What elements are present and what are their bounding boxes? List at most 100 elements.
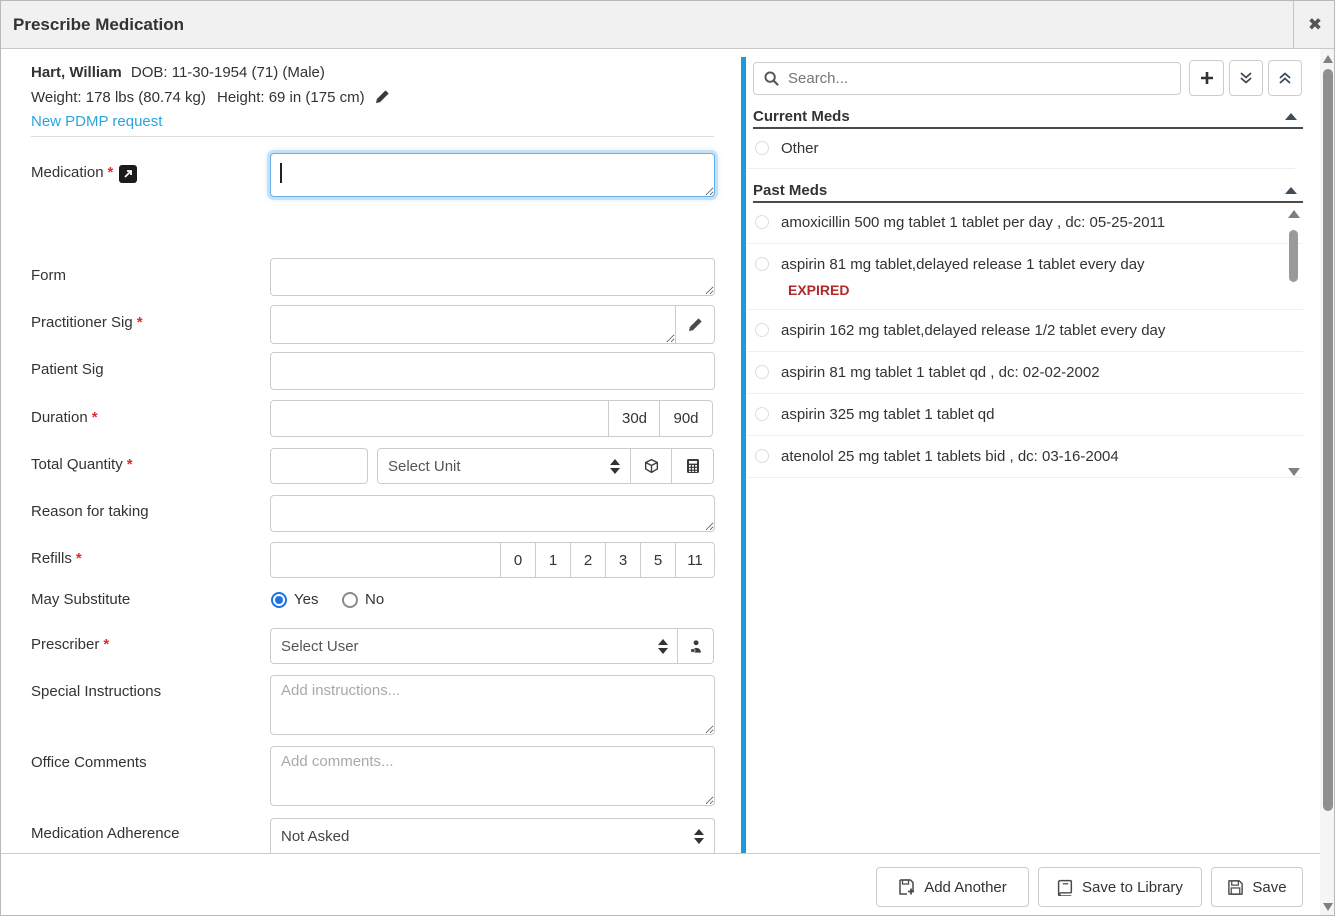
past-meds-list: amoxicillin 500 mg tablet 1 tablet per d…: [747, 202, 1303, 484]
close-icon[interactable]: ✖: [1294, 1, 1335, 49]
expired-badge: EXPIRED: [788, 282, 1277, 298]
scrollbar-thumb[interactable]: [1289, 230, 1298, 282]
patient-weight: Weight: 178 lbs (80.74 kg): [31, 89, 206, 106]
scrollbar-thumb[interactable]: [1323, 69, 1333, 811]
duration-90d-button[interactable]: 90d: [659, 400, 713, 437]
past-med-item[interactable]: aspirin 81 mg tablet 1 tablet qd , dc: 0…: [747, 352, 1303, 394]
sort-arrows-icon: [658, 639, 668, 654]
med-item-label: atenolol 25 mg tablet 1 tablets bid , dc…: [781, 447, 1119, 466]
med-item-label: Other: [781, 140, 819, 157]
external-link-icon[interactable]: [119, 165, 137, 183]
medication-adherence-select[interactable]: Not Asked: [270, 818, 715, 853]
add-another-button[interactable]: Add Another: [876, 867, 1029, 907]
unit-select-value: Select Unit: [388, 458, 461, 475]
substitute-yes-label[interactable]: Yes: [294, 591, 318, 608]
calculator-icon: [685, 458, 701, 474]
dose-calculator-button[interactable]: [671, 448, 714, 484]
edit-vitals-pencil-icon[interactable]: [375, 89, 390, 104]
patient-sig-input[interactable]: [270, 352, 715, 390]
current-meds-title: Current Meds: [753, 108, 850, 125]
current-med-item-other[interactable]: Other: [747, 128, 1295, 169]
past-med-item[interactable]: amoxicillin 500 mg tablet 1 tablet per d…: [747, 202, 1303, 244]
office-comments-input[interactable]: [270, 746, 715, 806]
total-quantity-label: Total Quantity*: [31, 456, 133, 473]
meds-list-scrollbar[interactable]: [1286, 208, 1301, 480]
plus-icon: [1199, 70, 1215, 86]
double-chevron-up-icon: [1277, 70, 1293, 86]
past-meds-header: Past Meds: [753, 179, 1303, 201]
new-pdmp-request-link[interactable]: New PDMP request: [31, 113, 162, 130]
medication-adherence-value: Not Asked: [281, 828, 349, 845]
prescribe-medication-dialog: Prescribe Medication ✖ Hart, William DOB…: [0, 0, 1335, 916]
pencil-icon: [688, 317, 703, 332]
medication-adherence-label: Medication Adherence: [31, 825, 179, 842]
scroll-down-icon[interactable]: [1323, 903, 1333, 911]
past-med-item[interactable]: aspirin 81 mg tablet,delayed release 1 t…: [747, 244, 1303, 310]
duration-input[interactable]: [270, 400, 609, 437]
form-input[interactable]: [270, 258, 715, 296]
med-radio[interactable]: [755, 257, 769, 271]
med-item-label: aspirin 81 mg tablet 1 tablet qd , dc: 0…: [781, 363, 1100, 382]
cube-icon: [643, 458, 660, 475]
scroll-up-icon[interactable]: [1323, 55, 1333, 63]
meds-search-input[interactable]: [753, 62, 1181, 95]
refills-label: Refills*: [31, 550, 82, 567]
duration-30d-button[interactable]: 30d: [608, 400, 661, 437]
refills-3-button[interactable]: 3: [605, 542, 641, 578]
past-med-item[interactable]: aspirin 325 mg tablet 1 tablet qd: [747, 394, 1303, 436]
duration-label: Duration*: [31, 409, 98, 426]
save-icon: [1227, 879, 1244, 896]
refills-input[interactable]: [270, 542, 501, 578]
prescriber-select[interactable]: Select User: [270, 628, 679, 664]
add-medication-button[interactable]: [1189, 60, 1224, 96]
med-radio[interactable]: [755, 365, 769, 379]
collapse-section-icon[interactable]: [1285, 187, 1297, 194]
dialog-header: Prescribe Medication ✖: [1, 1, 1335, 49]
save-plus-icon: [898, 878, 916, 896]
med-radio[interactable]: [755, 141, 769, 155]
collapse-all-button[interactable]: [1268, 60, 1302, 96]
med-item-label: amoxicillin 500 mg tablet 1 tablet per d…: [781, 213, 1165, 232]
refills-2-button[interactable]: 2: [570, 542, 606, 578]
reason-input[interactable]: [270, 495, 715, 532]
patient-sig-label: Patient Sig: [31, 361, 104, 378]
total-quantity-input[interactable]: [270, 448, 368, 484]
save-button[interactable]: Save: [1211, 867, 1303, 907]
expand-all-button[interactable]: [1229, 60, 1263, 96]
form-label: Form: [31, 267, 66, 284]
save-to-library-button[interactable]: Save to Library: [1038, 867, 1202, 907]
practitioner-sig-input[interactable]: [270, 305, 676, 344]
scroll-down-icon[interactable]: [1288, 468, 1300, 476]
special-instructions-input[interactable]: [270, 675, 715, 735]
substitute-no-radio[interactable]: [342, 592, 358, 608]
panel-accent-bar: [741, 57, 746, 853]
patient-demographics: DOB: 11-30-1954 (71) (Male): [131, 64, 325, 81]
unit-cube-button[interactable]: [630, 448, 673, 484]
med-item-label: aspirin 162 mg tablet,delayed release 1/…: [781, 321, 1165, 340]
refills-0-button[interactable]: 0: [500, 542, 536, 578]
med-radio[interactable]: [755, 215, 769, 229]
may-substitute-label: May Substitute: [31, 591, 130, 608]
past-meds-title: Past Meds: [753, 182, 827, 199]
past-med-item[interactable]: bacampicillin tablet 850 mg 1 tablet tid: [747, 478, 1303, 484]
refills-1-button[interactable]: 1: [535, 542, 571, 578]
select-provider-button[interactable]: [677, 628, 714, 664]
refills-5-button[interactable]: 5: [640, 542, 676, 578]
search-icon: [763, 70, 780, 87]
dialog-scrollbar[interactable]: [1320, 49, 1335, 916]
medication-input[interactable]: [270, 153, 715, 197]
med-radio[interactable]: [755, 449, 769, 463]
patient-divider: [31, 136, 714, 137]
med-radio[interactable]: [755, 407, 769, 421]
refills-11-button[interactable]: 11: [675, 542, 715, 578]
unit-select[interactable]: Select Unit: [377, 448, 631, 484]
substitute-yes-radio[interactable]: [271, 592, 287, 608]
past-med-item[interactable]: aspirin 162 mg tablet,delayed release 1/…: [747, 310, 1303, 352]
edit-sig-button[interactable]: [675, 305, 715, 344]
office-comments-label: Office Comments: [31, 754, 147, 771]
collapse-section-icon[interactable]: [1285, 113, 1297, 120]
scroll-up-icon[interactable]: [1288, 210, 1300, 218]
substitute-no-label[interactable]: No: [365, 591, 384, 608]
med-radio[interactable]: [755, 323, 769, 337]
past-med-item[interactable]: atenolol 25 mg tablet 1 tablets bid , dc…: [747, 436, 1303, 478]
